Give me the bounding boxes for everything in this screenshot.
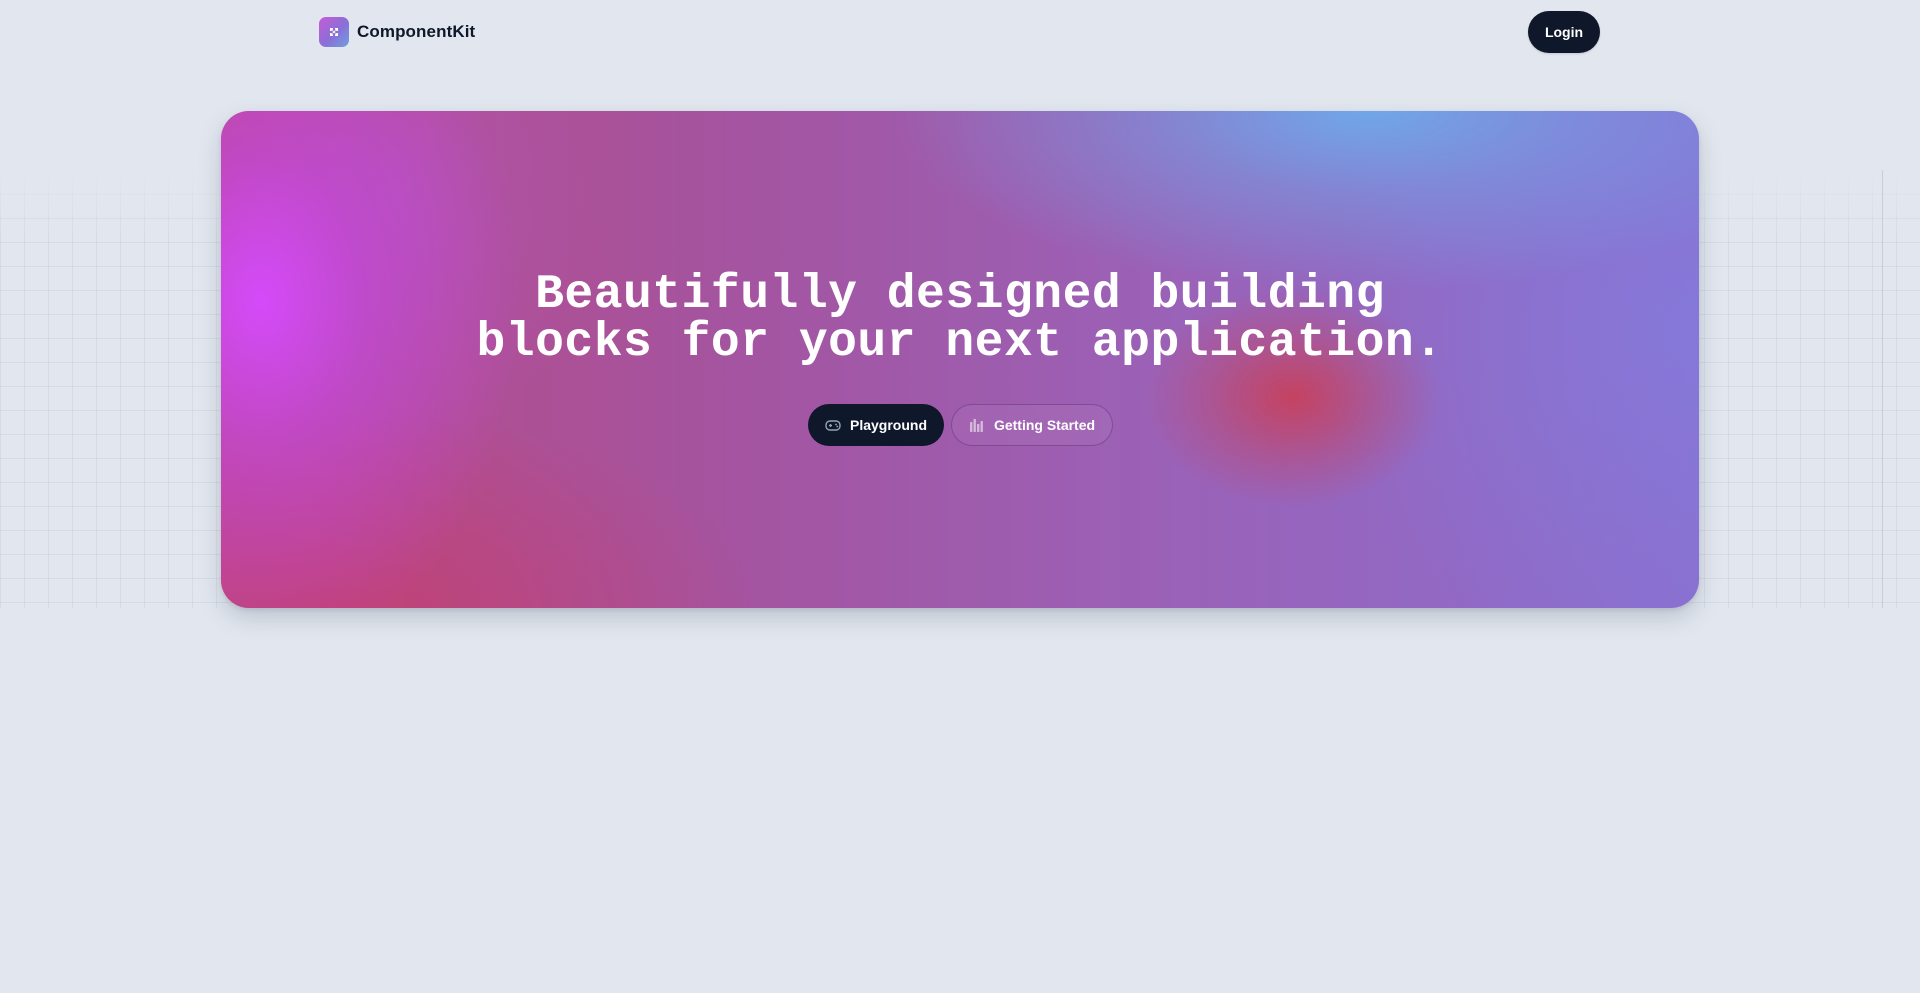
puzzle-icon: [319, 17, 349, 47]
brand-name: ComponentKit: [357, 22, 476, 41]
page: ComponentKit Login Beautifully designed …: [0, 0, 1920, 993]
playground-button[interactable]: Playground: [807, 404, 944, 446]
bar-chart-icon: [968, 416, 986, 434]
hero-title-line-2: blocks for your next application.: [476, 316, 1444, 370]
brand-link[interactable]: ComponentKit: [319, 17, 475, 47]
login-button[interactable]: Login: [1528, 11, 1600, 53]
hero-actions: Playground Getting Started: [221, 404, 1699, 446]
hero-title-line-1: Beautifully designed building: [535, 268, 1385, 322]
getting-started-label: Getting Started: [993, 417, 1096, 433]
site-header: ComponentKit Login: [0, 0, 1920, 64]
gamepad-icon: [824, 416, 842, 434]
playground-label: Playground: [849, 417, 927, 433]
hero-title: Beautifully designed building blocks for…: [221, 271, 1699, 367]
getting-started-button[interactable]: Getting Started: [950, 404, 1113, 446]
hero-banner: Beautifully designed building blocks for…: [221, 111, 1699, 608]
hero-content: Beautifully designed building blocks for…: [221, 111, 1699, 608]
grid-divider: [1882, 170, 1883, 608]
